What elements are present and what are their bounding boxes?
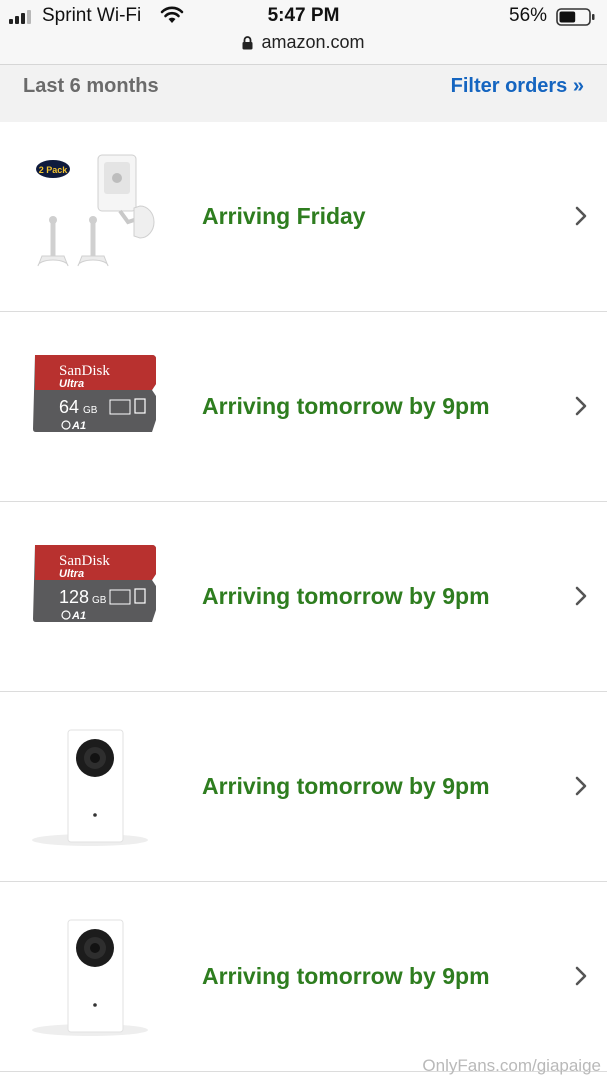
chevron-right-icon[interactable] — [574, 965, 588, 987]
address-bar[interactable]: amazon.com — [0, 32, 607, 53]
product-image-camera-mount: 2 Pack — [36, 154, 155, 267]
product-image-sd-card: SanDisk Ultra 64 GB A1 — [33, 355, 156, 432]
product-image-sd-card: SanDisk Ultra 128 GB A1 — [33, 545, 156, 622]
delivery-status: Arriving tomorrow by 9pm — [202, 773, 490, 799]
order-list: 2 Pack Arriving Friday SanDisk Ultra 64 … — [0, 122, 607, 1072]
delivery-status: Arriving tomorrow by 9pm — [202, 963, 490, 989]
order-filter-bar: Last 6 months Filter orders » — [0, 65, 607, 122]
order-item[interactable]: SanDisk Ultra 64 GB A1 Arriving tomorrow… — [0, 312, 607, 502]
card-rating: A1 — [71, 420, 86, 432]
product-image-security-camera — [32, 729, 148, 846]
delivery-status: Arriving tomorrow by 9pm — [202, 583, 490, 609]
url-text: amazon.com — [261, 32, 365, 52]
chevron-right-icon[interactable] — [574, 395, 588, 417]
product-image-security-camera — [32, 919, 148, 1036]
time-range-label: Last 6 months — [23, 75, 159, 97]
lock-icon — [242, 36, 253, 50]
pack-badge-text: 2 Pack — [39, 165, 69, 175]
delivery-status: Arriving Friday — [202, 203, 366, 229]
battery-icon — [556, 8, 595, 26]
watermark-text: OnlyFans.com/giapaige — [422, 1056, 601, 1075]
chevron-right-icon[interactable] — [574, 205, 588, 227]
order-item[interactable]: Arriving tomorrow by 9pm — [0, 882, 607, 1072]
card-capacity: 64 — [59, 397, 79, 417]
card-rating: A1 — [71, 610, 86, 622]
chevron-right-icon[interactable] — [574, 775, 588, 797]
card-unit: GB — [83, 405, 98, 416]
card-line: Ultra — [59, 568, 84, 580]
card-unit: GB — [92, 595, 107, 606]
card-brand: SanDisk — [59, 363, 110, 379]
card-line: Ultra — [59, 378, 84, 390]
card-brand: SanDisk — [59, 553, 110, 569]
order-item[interactable]: SanDisk Ultra 128 GB A1 Arriving tomorro… — [0, 502, 607, 692]
order-item[interactable]: 2 Pack Arriving Friday — [0, 122, 607, 312]
filter-orders-link[interactable]: Filter orders » — [451, 75, 584, 98]
status-bar: Sprint Wi-Fi 5:47 PM amazon.com 56% — [0, 0, 607, 65]
order-item[interactable]: Arriving tomorrow by 9pm — [0, 692, 607, 882]
card-capacity: 128 — [59, 587, 89, 607]
chevron-right-icon[interactable] — [574, 585, 588, 607]
battery-percent: 56% — [509, 5, 548, 26]
delivery-status: Arriving tomorrow by 9pm — [202, 393, 490, 419]
